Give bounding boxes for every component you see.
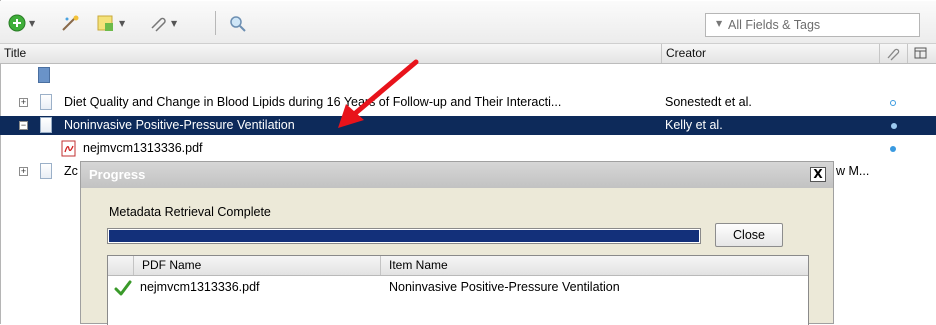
chevron-down-icon: ▼	[119, 18, 126, 28]
close-button[interactable]: Close	[715, 223, 783, 247]
attachment-button[interactable]: ▼	[148, 13, 177, 33]
item-title: Diet Quality and Change in Blood Lipids …	[64, 95, 562, 109]
item-creator: Kelly et al.	[665, 118, 723, 132]
table-row[interactable]: nejmvcm1313336.pdf Noninvasive Positive-…	[108, 279, 808, 297]
progress-fill	[109, 230, 699, 242]
list-item[interactable]	[0, 66, 936, 85]
chevron-down-icon: ▼	[171, 18, 178, 28]
column-creator[interactable]: Creator	[662, 44, 880, 63]
document-icon	[40, 117, 52, 133]
chevron-down-icon: ▼	[29, 18, 36, 28]
magnifier-icon	[230, 16, 246, 32]
status-text: Metadata Retrieval Complete	[109, 205, 271, 219]
column-item-name[interactable]: Item Name	[381, 256, 808, 275]
attachment-dot-icon	[891, 123, 897, 129]
expand-icon[interactable]: +	[19, 98, 28, 107]
toolbar: ▼ ▼ ▼ ▼ All Fields & Tags	[0, 1, 936, 44]
note-icon	[97, 15, 113, 31]
list-item-selected[interactable]: − Noninvasive Positive-Pressure Ventilat…	[0, 116, 936, 135]
locate-button[interactable]	[228, 13, 248, 33]
column-attachments[interactable]	[880, 44, 908, 63]
column-picker[interactable]	[908, 44, 936, 63]
results-list-header: PDF Name Item Name	[108, 256, 808, 276]
status-column-header[interactable]	[108, 256, 134, 275]
item-creator: w M...	[836, 164, 870, 178]
plus-circle-icon	[8, 14, 26, 32]
new-item-button[interactable]: ▼	[8, 13, 35, 33]
progress-bar	[107, 228, 701, 244]
list-item[interactable]: + Diet Quality and Change in Blood Lipid…	[0, 93, 936, 112]
pdf-icon	[61, 140, 76, 157]
book-icon	[38, 67, 50, 83]
chevron-down-icon[interactable]: ▼	[716, 19, 722, 28]
item-name-cell: Noninvasive Positive-Pressure Ventilatio…	[389, 280, 620, 294]
check-icon	[114, 280, 132, 296]
item-title: Noninvasive Positive-Pressure Ventilatio…	[64, 118, 295, 132]
paperclip-icon	[151, 17, 166, 32]
attachment-dot-icon	[890, 146, 896, 152]
document-icon	[40, 163, 52, 179]
attachment-title: nejmvcm1313336.pdf	[83, 141, 203, 155]
item-title: Zc	[64, 164, 78, 178]
item-creator: Sonestedt et al.	[665, 95, 752, 109]
toolbar-divider	[215, 11, 216, 35]
magic-wand-icon	[62, 15, 79, 31]
paperclip-icon	[887, 48, 900, 61]
collapse-icon[interactable]: −	[19, 121, 28, 130]
attachment-dot-icon	[890, 100, 896, 106]
dialog-title: Progress	[89, 167, 146, 182]
search-placeholder: All Fields & Tags	[728, 18, 821, 32]
document-icon	[40, 94, 52, 110]
new-note-button[interactable]	[60, 13, 82, 33]
column-pdf-name[interactable]: PDF Name	[134, 256, 381, 275]
column-picker-icon	[914, 47, 927, 59]
close-icon[interactable]: X	[810, 167, 826, 182]
search-input[interactable]: ▼ All Fields & Tags	[705, 13, 920, 37]
results-list: PDF Name Item Name nejmvcm1313336.pdf No…	[107, 255, 809, 325]
annotation-arrow-icon	[338, 59, 419, 128]
expand-icon[interactable]: +	[19, 167, 28, 176]
progress-dialog: Progress X Metadata Retrieval Complete C…	[80, 161, 834, 325]
list-item-attachment[interactable]: nejmvcm1313336.pdf	[0, 139, 936, 158]
add-note-button[interactable]: ▼	[96, 13, 125, 33]
dialog-titlebar[interactable]: Progress X	[81, 162, 833, 188]
column-header: Title Creator	[0, 44, 936, 64]
pdf-name-cell: nejmvcm1313336.pdf	[140, 280, 260, 294]
